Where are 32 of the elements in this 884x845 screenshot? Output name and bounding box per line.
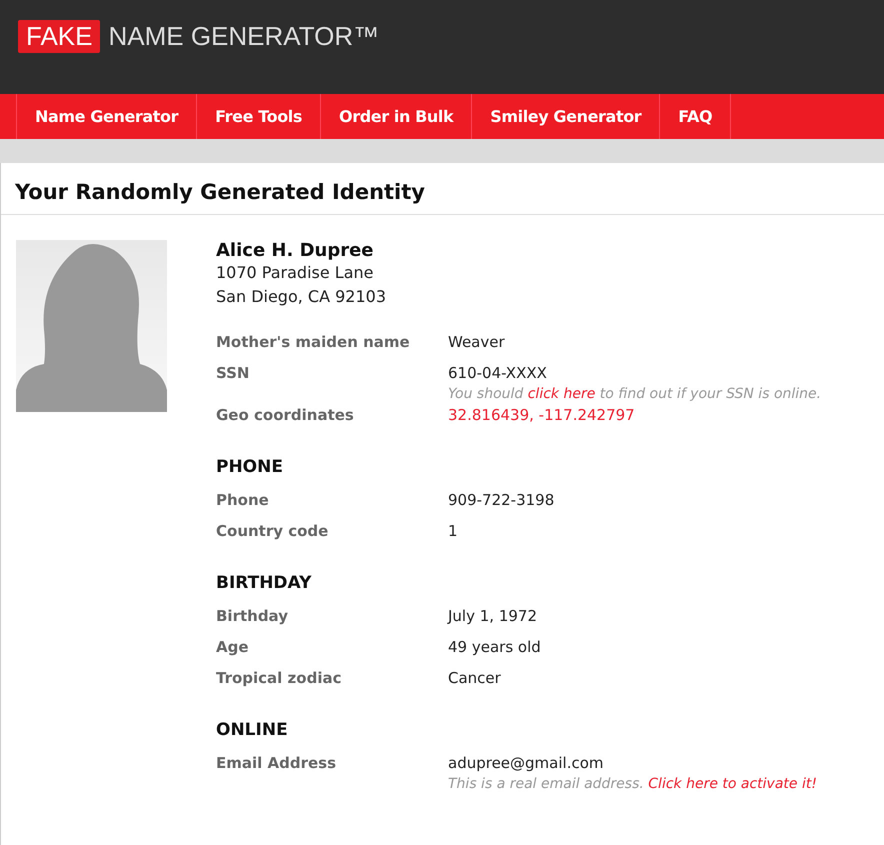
section-heading: ONLINE	[216, 720, 289, 740]
avatar-silhouette-icon	[16, 240, 167, 412]
field-label: Country code	[216, 521, 330, 542]
field-value: 1	[448, 521, 458, 542]
section-heading: BIRTHDAY	[216, 573, 312, 593]
field-value: adupree@gmail.com	[448, 753, 605, 774]
field-value: 610-04-XXXX	[448, 363, 548, 384]
section-heading: PHONE	[216, 457, 284, 477]
field-label: Phone	[216, 490, 270, 511]
field-value: Cancer	[448, 668, 501, 689]
field-label: SSN	[216, 363, 250, 384]
field-value: July 1, 1972	[448, 606, 537, 627]
person-name: Alice H. Dupree	[216, 240, 375, 261]
field-label: Birthday	[216, 606, 289, 627]
field-label: Geo coordinates	[216, 405, 355, 426]
field-value: 909-722-3198	[448, 490, 554, 511]
field-label: Mother's maiden name	[216, 332, 411, 353]
field-value: 49 years old	[448, 637, 541, 658]
note-text: This is a real email address. Click here to activate it!	[448, 775, 817, 794]
note-link[interactable]: click here	[528, 386, 596, 402]
address-line: 1070 Paradise Lane	[216, 262, 374, 284]
coordinates-link[interactable]: 32.816439, -117.242797	[448, 404, 635, 426]
logo-badge[interactable]: FAKE	[18, 20, 100, 53]
field-label: Age	[216, 637, 250, 658]
logo-text[interactable]: NAME GENERATOR™	[108, 21, 380, 52]
field-label: Tropical zodiac	[216, 668, 342, 689]
page-title: Your Randomly Generated Identity	[1, 163, 884, 215]
note-text: You should click here to find out if your SSN is online.	[448, 385, 822, 404]
note-link[interactable]: Click here to activate it!	[648, 776, 817, 792]
field-label: Email Address	[216, 753, 338, 774]
field-value: Weaver	[448, 332, 505, 353]
address-line: San Diego, CA 92103	[216, 286, 388, 308]
